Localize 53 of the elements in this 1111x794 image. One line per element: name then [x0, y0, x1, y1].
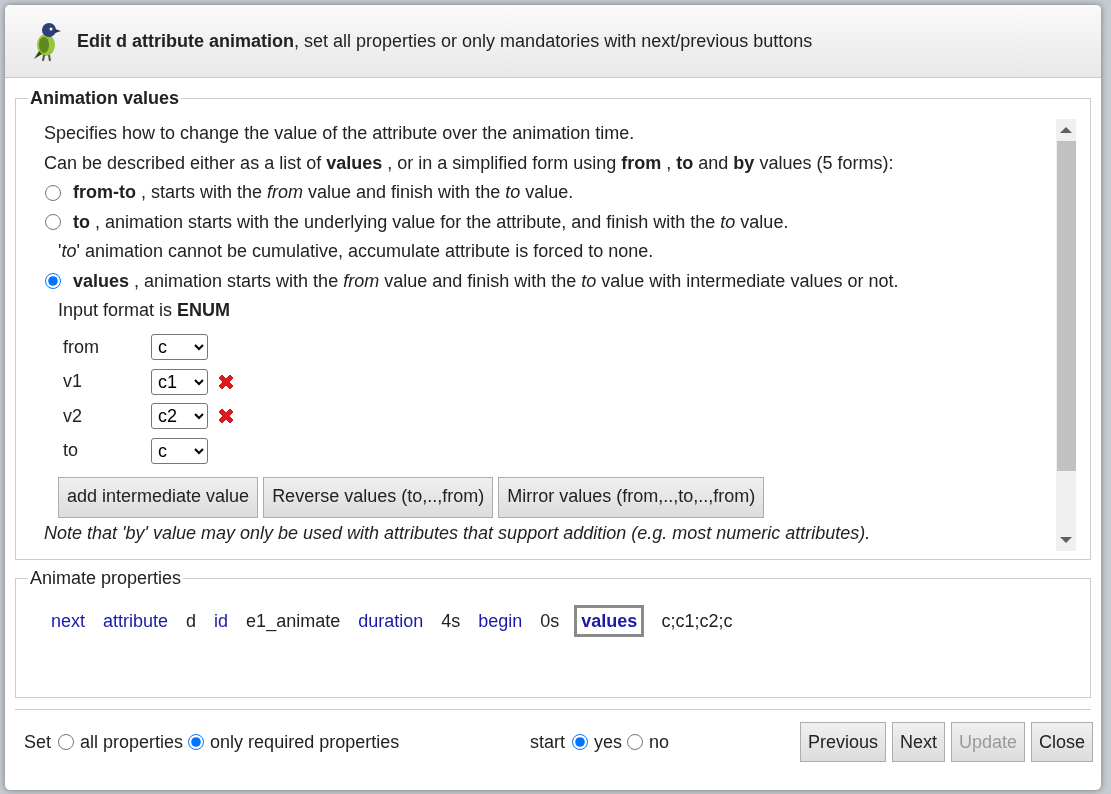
field-label: v1: [63, 370, 83, 393]
radio-button[interactable]: [45, 214, 61, 231]
option-label: yes: [594, 731, 623, 753]
format-text: Input format is ENUM: [57, 299, 232, 322]
dialog-button[interactable]: Next: [891, 722, 945, 762]
field-label: Set: [24, 731, 52, 753]
field-label: start: [530, 731, 565, 753]
section-legend: Animate properties: [28, 568, 184, 589]
section-legend: Animation values: [28, 88, 182, 109]
property-link[interactable]: begin: [469, 606, 532, 636]
property-link[interactable]: duration: [349, 606, 433, 636]
option-label: from-to , starts with the from value and finish with the to value.: [73, 181, 574, 204]
option-label: no: [649, 731, 670, 753]
scrollbar[interactable]: [1056, 119, 1076, 551]
option-label: only required properties: [210, 731, 400, 753]
property-value: 0s: [539, 610, 561, 633]
select-field[interactable]: c2: [151, 403, 208, 430]
radio-button[interactable]: [45, 273, 61, 290]
description-text: Can be described either as a list of values , or in a simplified form using from , to and by values (5 forms):: [44, 151, 895, 175]
option-label: values , animation starts with the from value and finish with the to value with intermediate values or not.: [73, 269, 899, 293]
select-field[interactable]: c: [151, 334, 208, 361]
property-link[interactable]: values: [574, 605, 645, 637]
radio-button[interactable]: [58, 734, 75, 750]
radio-button[interactable]: [572, 734, 588, 750]
action-button[interactable]: Reverse values (to,..,from): [263, 476, 494, 518]
field-label: from: [63, 335, 100, 359]
remove-icon[interactable]: [217, 407, 235, 426]
field-label: v2: [63, 404, 83, 428]
radio-button[interactable]: [627, 734, 644, 750]
dialog-title: Edit d attribute animation, set all properties or only mandatories with next/previous buttons: [77, 30, 813, 52]
dialog-button[interactable]: Close: [1030, 722, 1093, 762]
description-text: Specifies how to change the value of the attribute over the animation time.: [44, 122, 636, 145]
field-label: to: [63, 439, 79, 462]
note-text: Note that 'by' value may only be used with attributes that support addition (e.g. most numeric attributes).: [44, 521, 872, 545]
bird-icon: [31, 21, 61, 61]
action-button[interactable]: add intermediate value: [58, 476, 259, 518]
select-field[interactable]: c1: [151, 368, 208, 395]
action-button[interactable]: Mirror values (from,..,to,..,from): [498, 476, 765, 518]
property-value: 4s: [440, 610, 462, 633]
option-label: to , animation starts with the underlying value for the attribute, and finish with the to value.: [73, 210, 789, 234]
remove-icon[interactable]: [217, 372, 235, 391]
description-text: 'to' animation cannot be cumulative, accumulate attribute is forced to none.: [57, 240, 655, 263]
radio-button[interactable]: [45, 184, 61, 201]
radio-button[interactable]: [188, 734, 205, 750]
property-value: e1_animate: [245, 610, 342, 634]
option-label: all properties: [80, 731, 184, 753]
property-link[interactable]: id: [205, 606, 238, 636]
dialog-button[interactable]: Previous: [799, 722, 886, 762]
property-value: c;c1;c2;c: [660, 610, 734, 633]
property-link[interactable]: attribute: [94, 606, 178, 636]
property-link[interactable]: next: [42, 606, 95, 636]
property-value: d: [185, 610, 198, 633]
select-field[interactable]: c: [151, 437, 208, 464]
